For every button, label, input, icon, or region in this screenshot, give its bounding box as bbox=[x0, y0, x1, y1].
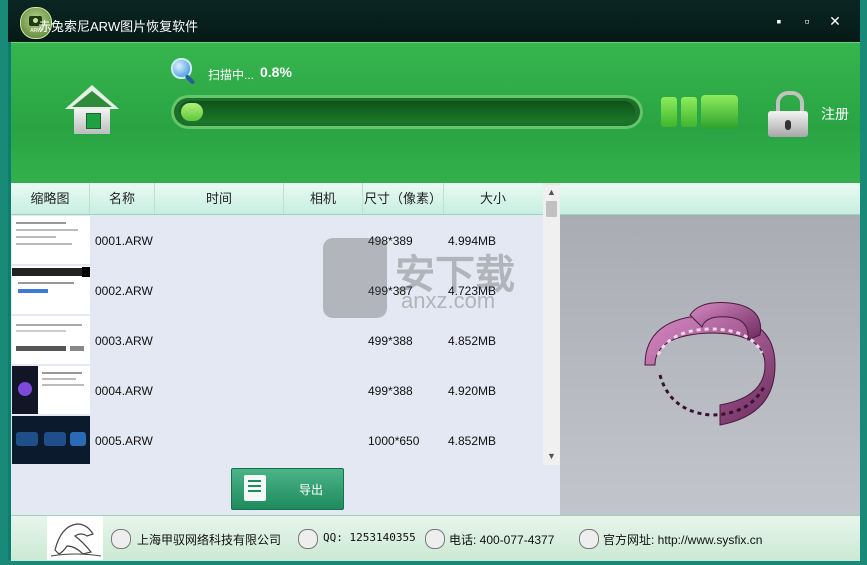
export-area: 导出 bbox=[11, 465, 560, 515]
scan-percent: 0.8% bbox=[260, 64, 292, 80]
column-size[interactable]: 大小 bbox=[444, 183, 542, 214]
search-icon bbox=[171, 58, 197, 85]
close-button[interactable]: ✕ bbox=[827, 13, 843, 29]
phone-number: 电话: 400-077-4377 bbox=[449, 533, 555, 547]
table-scrollbar[interactable]: ▲ ▼ bbox=[543, 185, 560, 465]
scrollbar-thumb[interactable] bbox=[546, 201, 557, 217]
minimize-icon: ▪ bbox=[776, 13, 782, 29]
scroll-down-icon[interactable]: ▼ bbox=[543, 449, 560, 463]
column-thumbnail[interactable]: 缩略图 bbox=[11, 183, 90, 214]
maximize-button[interactable]: ▫ bbox=[799, 13, 815, 29]
close-icon: ✕ bbox=[829, 13, 841, 29]
thumbnail-image bbox=[12, 266, 90, 314]
export-button[interactable]: 导出 bbox=[231, 468, 344, 510]
watermark: 安下载 anxz.com bbox=[323, 238, 553, 318]
scan-progress-fill bbox=[181, 103, 203, 121]
table-row[interactable]: 0004.ARW 499*388 4.920MB bbox=[11, 365, 543, 415]
preview-panel bbox=[560, 215, 860, 515]
thumbnail-image bbox=[12, 366, 90, 414]
export-icon bbox=[244, 475, 266, 501]
table-header: 缩略图 名称 时间 相机 尺寸（像素） 大小 bbox=[11, 183, 543, 215]
home-icon[interactable] bbox=[65, 85, 121, 141]
table-row[interactable]: 0005.ARW 1000*650 4.852MB bbox=[11, 415, 543, 465]
horse-logo-icon bbox=[47, 516, 103, 560]
file-size: 4.852MB bbox=[448, 434, 497, 448]
export-label: 导出 bbox=[299, 483, 324, 497]
globe-icon bbox=[579, 529, 599, 549]
scan-header: 扫描中... 0.8% 注册 bbox=[11, 42, 860, 183]
column-dimensions[interactable]: 尺寸（像素） bbox=[363, 183, 444, 214]
preview-header bbox=[560, 183, 860, 215]
thumbnail-image bbox=[12, 316, 90, 364]
watermark-en: anxz.com bbox=[401, 288, 496, 313]
scroll-up-icon[interactable]: ▲ bbox=[543, 185, 560, 199]
pause-button[interactable] bbox=[661, 97, 677, 127]
file-dimensions: 499*388 bbox=[368, 384, 413, 398]
window-title: 赤兔索尼ARW图片恢复软件 bbox=[38, 19, 199, 34]
register-link[interactable]: 注册 bbox=[821, 104, 849, 124]
file-name: 0005.ARW bbox=[95, 434, 153, 448]
column-name[interactable]: 名称 bbox=[90, 183, 155, 214]
scan-status-label: 扫描中... bbox=[208, 68, 255, 82]
file-name: 0001.ARW bbox=[95, 234, 153, 248]
company-name: 上海甲驭网络科技有限公司 bbox=[137, 533, 282, 547]
table-row[interactable]: 0003.ARW 499*388 4.852MB bbox=[11, 315, 543, 365]
thumbnail-image bbox=[12, 416, 90, 464]
file-size: 4.920MB bbox=[448, 384, 497, 398]
scan-progress-bar bbox=[171, 95, 643, 129]
lock-icon[interactable] bbox=[768, 91, 808, 137]
file-name: 0004.ARW bbox=[95, 384, 153, 398]
pause-icon bbox=[681, 97, 697, 127]
title-bar: ARW 赤兔索尼ARW图片恢复软件 ▪ ▫ ✕ bbox=[8, 0, 860, 42]
building-icon bbox=[111, 529, 131, 549]
file-name: 0002.ARW bbox=[95, 284, 153, 298]
footer: 上海甲驭网络科技有限公司 QQ: 1253140355 电话: 400-077-… bbox=[11, 515, 860, 561]
qq-icon bbox=[298, 529, 318, 549]
thumbnail-image bbox=[12, 216, 90, 264]
column-camera[interactable]: 相机 bbox=[284, 183, 363, 214]
file-dimensions: 1000*650 bbox=[368, 434, 420, 448]
phone-icon bbox=[425, 529, 445, 549]
app-window: ARW 赤兔索尼ARW图片恢复软件 ▪ ▫ ✕ 扫描中... 0.8% 注册 缩… bbox=[8, 0, 860, 561]
website-link[interactable]: 官方网址: http://www.sysfix.cn bbox=[603, 531, 762, 548]
stop-button[interactable] bbox=[701, 95, 738, 129]
minimize-button[interactable]: ▪ bbox=[771, 13, 787, 29]
file-dimensions: 499*388 bbox=[368, 334, 413, 348]
file-size: 4.852MB bbox=[448, 334, 497, 348]
film-reel-icon bbox=[644, 302, 776, 426]
column-time[interactable]: 时间 bbox=[155, 183, 284, 214]
file-name: 0003.ARW bbox=[95, 334, 153, 348]
qq-number: QQ: 1253140355 bbox=[323, 531, 416, 544]
maximize-icon: ▫ bbox=[804, 13, 810, 29]
